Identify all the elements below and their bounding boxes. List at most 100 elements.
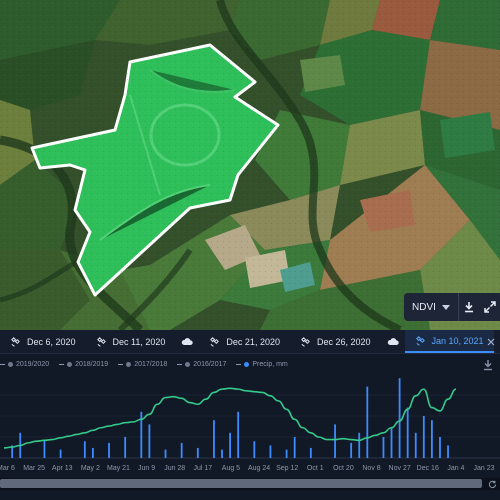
cloud-icon — [387, 338, 399, 345]
expand-map-button[interactable] — [479, 293, 500, 321]
satellite-icon — [301, 337, 310, 347]
legend-label: 2017/2018 — [134, 360, 168, 368]
precip-bar — [180, 442, 183, 458]
legend-marker — [185, 361, 191, 367]
date-item[interactable]: Dec 6, 2020 — [0, 330, 86, 353]
precip-bar — [148, 424, 151, 458]
precip-bar — [366, 386, 369, 458]
chart-scrollbar[interactable] — [0, 478, 500, 490]
legend-label: 2019/2020 — [16, 360, 50, 368]
precip-bar — [213, 420, 215, 458]
precip-bar — [237, 411, 240, 458]
reset-zoom-button[interactable] — [486, 478, 498, 490]
cloud-indicator — [175, 330, 199, 353]
legend-marker — [244, 361, 250, 367]
x-tick-label: Mar 25 — [23, 465, 45, 472]
precip-bar — [124, 437, 127, 458]
legend-marker — [236, 363, 242, 365]
satellite-icon — [415, 336, 425, 346]
precip-bar — [406, 407, 409, 458]
x-tick-label: Oct 20 — [333, 465, 354, 472]
download-map-button[interactable] — [459, 293, 480, 321]
x-tick-label: Aug 24 — [248, 465, 270, 472]
x-tick-label: May 2 — [81, 465, 100, 472]
x-tick-label: Nov 8 — [362, 465, 380, 472]
precip-bar — [390, 428, 393, 458]
x-axis-ticks: Mar 6 Mar 25 Apr 13 May 2 May 21 Jun 9 Jun 28 J… — [0, 465, 495, 472]
legend-item[interactable]: 2017/2018 — [118, 361, 167, 368]
date-item[interactable]: Dec 21, 2020 — [199, 330, 290, 353]
precip-bar — [293, 437, 296, 458]
x-tick-label: Jan 23 — [473, 465, 494, 472]
date-label: Dec 11, 2020 — [112, 336, 166, 347]
x-tick-label: Jun 28 — [164, 465, 185, 472]
chevron-down-icon — [441, 304, 450, 310]
precip-bar — [59, 449, 62, 458]
legend-item[interactable]: 2018/2019 — [59, 361, 108, 368]
ndvi-chart[interactable]: Mar 6 Mar 25 Apr 13 May 2 May 21 Jun 9 Jun 28 J… — [0, 370, 500, 478]
x-tick-label: Sep 12 — [276, 465, 298, 472]
precip-bar — [43, 439, 46, 458]
date-item-selected[interactable]: Jan 10, 2021 — [404, 330, 494, 353]
legend-marker — [177, 363, 183, 365]
precip-bar — [422, 416, 425, 458]
date-label: Dec 6, 2020 — [27, 336, 76, 347]
precip-bar — [414, 432, 417, 458]
precip-bar — [83, 441, 86, 458]
x-tick-label: Dec 16 — [417, 465, 439, 472]
precip-bar — [358, 432, 361, 458]
legend-item[interactable]: 2019/2020 — [0, 361, 49, 368]
layer-select-label: NDVI — [412, 301, 436, 313]
x-tick-label: Jan 4 — [447, 465, 464, 472]
legend-marker — [67, 361, 73, 367]
refresh-icon — [488, 480, 496, 488]
precip-bar — [334, 424, 336, 458]
x-tick-label: Aug 5 — [222, 465, 240, 472]
precip-bar — [382, 437, 385, 458]
precip-bar — [229, 432, 231, 458]
date-label: Dec 26, 2020 — [316, 336, 371, 347]
satellite-map[interactable]: NDVI — [0, 0, 500, 330]
expand-icon — [483, 301, 496, 313]
legend-item[interactable]: Precip, mm — [236, 360, 288, 368]
close-strip-button[interactable] — [482, 330, 500, 354]
legend-marker — [0, 363, 5, 365]
x-tick-label: Jul 17 — [193, 465, 212, 472]
cloud-indicator — [381, 330, 405, 353]
layer-select[interactable]: NDVI — [404, 293, 459, 321]
download-chart-button[interactable] — [482, 358, 494, 371]
precip-bar — [91, 447, 94, 458]
satellite-icon — [11, 337, 20, 347]
precip-bar — [309, 447, 312, 458]
date-item[interactable]: Dec 11, 2020 — [86, 330, 176, 353]
legend-marker — [8, 361, 13, 367]
x-tick-label: May 21 — [107, 465, 130, 472]
precip-bar — [196, 447, 199, 458]
image-date-strip: Dec 6, 2020 Dec 11, 2020 Dec 21, 2020 De… — [0, 330, 500, 354]
date-item[interactable]: Dec 26, 2020 — [290, 330, 381, 353]
legend-item[interactable]: 2016/2017 — [177, 361, 226, 368]
precip-bar — [398, 378, 401, 458]
precip-bar — [447, 445, 449, 458]
chart-legend: 2019/2020 2018/2019 2017/2018 2016/2017 … — [0, 357, 288, 371]
legend-marker — [59, 363, 65, 365]
close-icon — [487, 338, 495, 346]
precip-bar — [285, 449, 288, 458]
legend-label: Precip, mm — [252, 360, 288, 368]
precip-bar — [350, 442, 353, 458]
date-label: Dec 21, 2020 — [226, 336, 280, 347]
legend-marker — [118, 363, 124, 365]
legend-label: 2016/2017 — [193, 360, 227, 368]
x-tick-label: Apr 13 — [52, 465, 73, 472]
x-tick-label: Nov 27 — [389, 465, 411, 472]
precip-bars — [11, 378, 449, 458]
x-tick-label: Jun 9 — [138, 465, 155, 472]
scrollbar-thumb[interactable] — [0, 479, 482, 488]
precip-bar — [430, 420, 433, 458]
map-imagery — [0, 0, 500, 330]
precip-bar — [221, 449, 223, 458]
precip-bar — [269, 445, 272, 458]
x-tick-label: Mar 6 — [0, 465, 15, 472]
legend-label: 2018/2019 — [75, 360, 109, 368]
ndvi-chart-panel: 2019/2020 2018/2019 2017/2018 2016/2017 … — [0, 354, 500, 500]
